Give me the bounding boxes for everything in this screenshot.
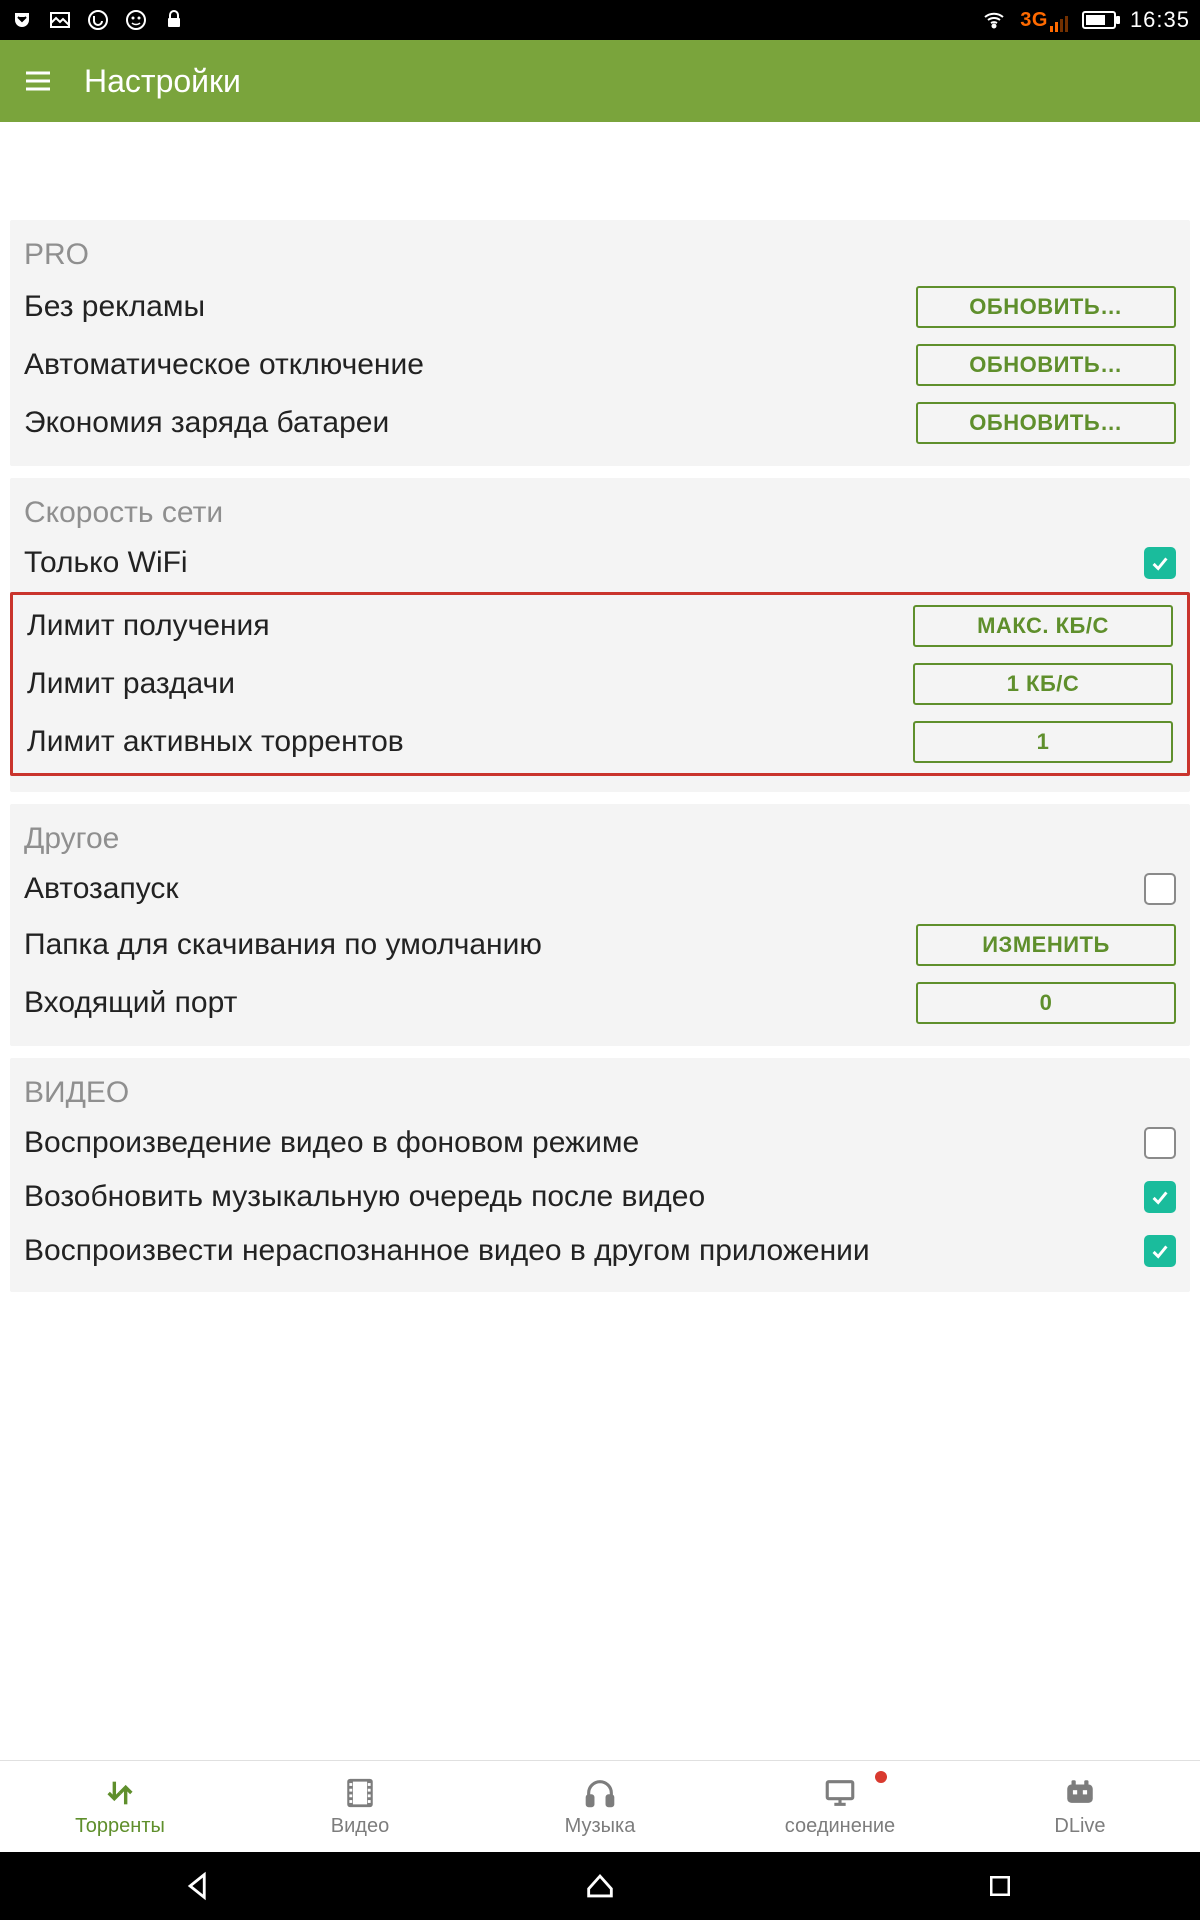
app-bar: Настройки: [0, 40, 1200, 122]
row-auto-off: Автоматическое отключение ОБНОВИТЬ…: [10, 336, 1190, 394]
tab-label-dlive: DLive: [1054, 1815, 1105, 1838]
row-bg-play[interactable]: Воспроизведение видео в фоновом режиме: [10, 1116, 1190, 1170]
dl-limit-button[interactable]: МАКС. КБ/С: [913, 605, 1173, 647]
row-active-limit: Лимит активных торрентов 1: [13, 713, 1187, 771]
label-resume-music: Возобновить музыкальную очередь после ви…: [24, 1180, 705, 1214]
tab-video[interactable]: Видео: [240, 1761, 480, 1852]
label-no-ads: Без рекламы: [24, 290, 205, 324]
section-title-network: Скорость сети: [10, 486, 1190, 536]
transfer-icon: [102, 1775, 138, 1811]
utorrent-icon: [86, 8, 110, 32]
connection-badge-icon: [875, 1771, 887, 1783]
gallery-icon: [48, 8, 72, 32]
battery-icon: [1082, 11, 1116, 29]
highlighted-limits-group: Лимит получения МАКС. КБ/С Лимит раздачи…: [10, 592, 1190, 776]
headphones-icon: [582, 1775, 618, 1811]
upgrade-battery-button[interactable]: ОБНОВИТЬ…: [916, 402, 1176, 444]
row-external-play[interactable]: Воспроизвести нераспознанное видео в дру…: [10, 1224, 1190, 1278]
incoming-port-button[interactable]: 0: [916, 982, 1176, 1024]
tab-music[interactable]: Музыка: [480, 1761, 720, 1852]
wifi-icon: [982, 8, 1006, 32]
cellular-3g-indicator: 3G: [1020, 9, 1068, 32]
checkbox-bg-play[interactable]: [1144, 1127, 1176, 1159]
label-ul-limit: Лимит раздачи: [27, 667, 235, 701]
bottom-tab-bar: Торренты Видео Музыка соединение DLive: [0, 1760, 1200, 1852]
label-bg-play: Воспроизведение видео в фоновом режиме: [24, 1126, 639, 1160]
row-ul-limit: Лимит раздачи 1 КБ/С: [13, 655, 1187, 713]
row-autostart[interactable]: Автозапуск: [10, 862, 1190, 916]
tab-label-music: Музыка: [565, 1815, 636, 1838]
film-icon: [342, 1775, 378, 1811]
dlive-icon: [1062, 1775, 1098, 1811]
hamburger-menu-icon[interactable]: [20, 63, 56, 99]
checkbox-autostart[interactable]: [1144, 873, 1176, 905]
active-limit-button[interactable]: 1: [913, 721, 1173, 763]
row-battery: Экономия заряда батареи ОБНОВИТЬ…: [10, 394, 1190, 452]
row-download-folder: Папка для скачивания по умолчанию ИЗМЕНИ…: [10, 916, 1190, 974]
tab-torrents[interactable]: Торренты: [0, 1761, 240, 1852]
label-battery: Экономия заряда батареи: [24, 406, 389, 440]
label-download-folder: Папка для скачивания по умолчанию: [24, 928, 542, 962]
app-icon: [124, 8, 148, 32]
system-status-bar: 3G 16:35: [0, 0, 1200, 40]
label-active-limit: Лимит активных торрентов: [27, 725, 404, 759]
tab-label-torrents: Торренты: [75, 1815, 165, 1838]
section-title-video: ВИДЕО: [10, 1066, 1190, 1116]
back-button[interactable]: [180, 1866, 220, 1906]
label-external-play: Воспроизвести нераспознанное видео в дру…: [24, 1234, 870, 1268]
android-nav-bar: [0, 1852, 1200, 1920]
upgrade-auto-off-button[interactable]: ОБНОВИТЬ…: [916, 344, 1176, 386]
row-dl-limit: Лимит получения МАКС. КБ/С: [13, 597, 1187, 655]
tab-label-connection: соединение: [785, 1815, 895, 1838]
recent-apps-button[interactable]: [980, 1866, 1020, 1906]
label-wifi-only: Только WiFi: [24, 546, 188, 580]
row-no-ads: Без рекламы ОБНОВИТЬ…: [10, 278, 1190, 336]
section-pro: PRO Без рекламы ОБНОВИТЬ… Автоматическое…: [10, 220, 1190, 466]
row-incoming-port: Входящий порт 0: [10, 974, 1190, 1032]
label-dl-limit: Лимит получения: [27, 609, 270, 643]
upgrade-no-ads-button[interactable]: ОБНОВИТЬ…: [916, 286, 1176, 328]
label-incoming-port: Входящий порт: [24, 986, 237, 1020]
tab-dlive[interactable]: DLive: [960, 1761, 1200, 1852]
page-title: Настройки: [84, 63, 241, 100]
section-other: Другое Автозапуск Папка для скачивания п…: [10, 804, 1190, 1046]
label-autostart: Автозапуск: [24, 872, 179, 906]
tab-label-video: Видео: [331, 1815, 389, 1838]
checkbox-resume-music[interactable]: [1144, 1181, 1176, 1213]
ul-limit-button[interactable]: 1 КБ/С: [913, 663, 1173, 705]
monitor-icon: [822, 1775, 858, 1811]
lock-icon: [162, 8, 186, 32]
home-button[interactable]: [580, 1866, 620, 1906]
label-auto-off: Автоматическое отключение: [24, 348, 424, 382]
pocket-icon: [10, 8, 34, 32]
settings-scroll-area[interactable]: PRO Без рекламы ОБНОВИТЬ… Автоматическое…: [0, 122, 1200, 1760]
section-title-pro: PRO: [10, 228, 1190, 278]
change-folder-button[interactable]: ИЗМЕНИТЬ: [916, 924, 1176, 966]
section-video: ВИДЕО Воспроизведение видео в фоновом ре…: [10, 1058, 1190, 1292]
section-network: Скорость сети Только WiFi Лимит получени…: [10, 478, 1190, 792]
clock-text: 16:35: [1130, 7, 1190, 33]
checkbox-wifi-only[interactable]: [1144, 547, 1176, 579]
row-resume-music[interactable]: Возобновить музыкальную очередь после ви…: [10, 1170, 1190, 1224]
tab-connection[interactable]: соединение: [720, 1761, 960, 1852]
checkbox-external-play[interactable]: [1144, 1235, 1176, 1267]
row-wifi-only[interactable]: Только WiFi: [10, 536, 1190, 590]
section-title-other: Другое: [10, 812, 1190, 862]
